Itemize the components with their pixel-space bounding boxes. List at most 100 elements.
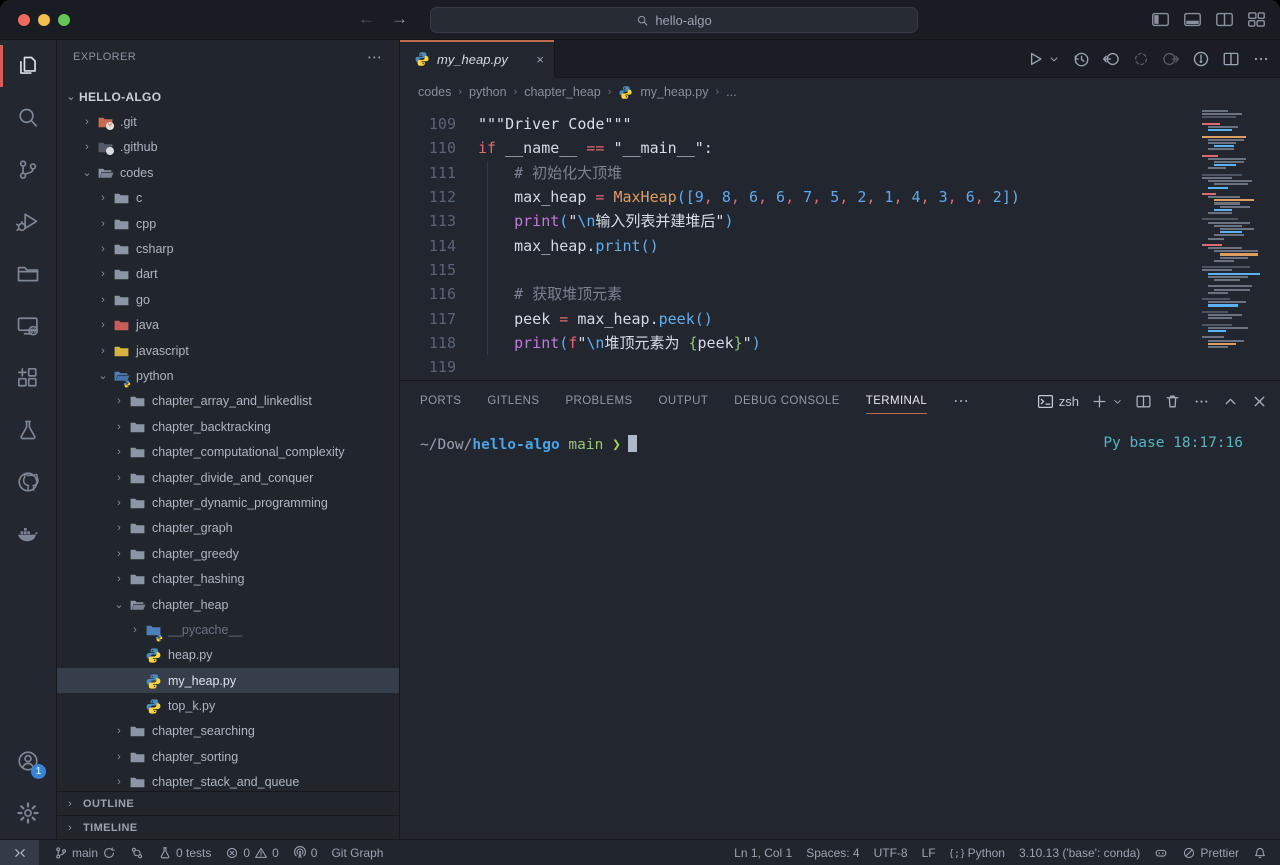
close-icon[interactable] <box>1251 393 1268 410</box>
tree-item-chapter-divide-and-conquer[interactable]: ›chapter_divide_and_conquer <box>57 465 399 490</box>
tree-item-chapter-heap[interactable]: ⌄chapter_heap <box>57 592 399 617</box>
tree-item-codes[interactable]: ⌄codes <box>57 160 399 185</box>
tree-item-top-k-py[interactable]: top_k.py <box>57 693 399 718</box>
status-eol[interactable]: LF <box>915 840 943 865</box>
terminal[interactable]: ~/Dow/hello-algo main ❯ Py base 18:17:16 <box>400 435 1280 453</box>
tree-item--pycache-[interactable]: ›__pycache__ <box>57 617 399 642</box>
tree-item-chapter-greedy[interactable]: ›chapter_greedy <box>57 541 399 566</box>
tree-item-cpp[interactable]: ›cpp <box>57 211 399 236</box>
tab-close-icon[interactable]: × <box>536 52 544 67</box>
status-gitlens-compare[interactable] <box>123 840 151 865</box>
tree-item-chapter-backtracking[interactable]: ›chapter_backtracking <box>57 414 399 439</box>
history-icon[interactable] <box>1072 50 1090 68</box>
breadcrumb-item[interactable]: my_heap.py <box>640 85 708 99</box>
tree-item-chapter-sorting[interactable]: ›chapter_sorting <box>57 744 399 769</box>
activity-project-folder[interactable] <box>0 248 56 300</box>
status-ports[interactable]: 0 <box>286 840 325 865</box>
ellipsis-icon[interactable] <box>1252 50 1270 68</box>
circle-right-icon[interactable] <box>1162 50 1180 68</box>
activity-settings[interactable] <box>0 787 56 839</box>
activity-remote-explorer[interactable] <box>0 300 56 352</box>
navigate-back-icon[interactable]: ← <box>358 9 375 29</box>
breadcrumb-item[interactable]: codes <box>418 85 451 99</box>
minimize-window-button[interactable] <box>38 14 50 26</box>
panel-tab-debug-console[interactable]: DEBUG CONSOLE <box>734 381 840 421</box>
circle-dash-icon[interactable] <box>1132 50 1150 68</box>
tree-item-chapter-hashing[interactable]: ›chapter_hashing <box>57 566 399 591</box>
panel-tab-terminal[interactable]: TERMINAL <box>866 381 927 421</box>
tree-item-my-heap-py[interactable]: my_heap.py <box>57 668 399 693</box>
navigate-forward-icon[interactable]: → <box>391 9 408 29</box>
status-remote-indicator[interactable] <box>0 840 39 865</box>
activity-run-debug[interactable] <box>0 196 56 248</box>
section-timeline[interactable]: ›TIMELINE <box>57 815 399 839</box>
layout-panel-icon[interactable] <box>1183 10 1202 29</box>
breadcrumb-item[interactable]: chapter_heap <box>524 85 600 99</box>
layout-sidebar-icon[interactable] <box>1151 10 1170 29</box>
chevron-down-icon[interactable] <box>1112 393 1123 410</box>
status-notifications[interactable] <box>1246 840 1274 865</box>
tree-item-dart[interactable]: ›dart <box>57 262 399 287</box>
back-circle-icon[interactable] <box>1102 50 1120 68</box>
activity-source-control[interactable] <box>0 144 56 196</box>
activity-docker[interactable] <box>0 508 56 560</box>
tree-item-chapter-searching[interactable]: ›chapter_searching <box>57 719 399 744</box>
tree-item-chapter-array-and-linkedlist[interactable]: ›chapter_array_and_linkedlist <box>57 389 399 414</box>
activity-accounts[interactable]: 1 <box>0 735 56 787</box>
panel-tab-gitlens[interactable]: GITLENS <box>487 381 539 421</box>
status-git-branch[interactable]: main <box>47 840 123 865</box>
panel-tab-ports[interactable]: PORTS <box>420 381 461 421</box>
tree-item-java[interactable]: ›java <box>57 313 399 338</box>
explorer-more-actions-icon[interactable]: ⋯ <box>367 48 383 66</box>
status-copilot[interactable] <box>1147 840 1175 865</box>
minimap[interactable] <box>1202 110 1274 350</box>
trash-icon[interactable] <box>1164 393 1181 410</box>
layout-grid-icon[interactable] <box>1247 10 1266 29</box>
tree-item--github[interactable]: ›.github <box>57 135 399 160</box>
tree-item-csharp[interactable]: ›csharp <box>57 236 399 261</box>
gitlens-icon[interactable] <box>1192 50 1210 68</box>
tree-item-chapter-dynamic-programming[interactable]: ›chapter_dynamic_programming <box>57 490 399 515</box>
tree-item--git[interactable]: ›⑂.git <box>57 109 399 134</box>
status-git-graph[interactable]: Git Graph <box>324 840 390 865</box>
status-prettier[interactable]: Prettier <box>1175 840 1246 865</box>
tree-item-c[interactable]: ›c <box>57 186 399 211</box>
ellipsis-icon[interactable] <box>1193 393 1210 410</box>
panel-tab-output[interactable]: OUTPUT <box>659 381 709 421</box>
activity-search[interactable] <box>0 92 56 144</box>
split-icon[interactable] <box>1135 393 1152 410</box>
tree-root-hello-algo[interactable]: ⌄HELLO-ALGO <box>57 84 399 109</box>
tree-item-go[interactable]: ›go <box>57 287 399 312</box>
play-icon[interactable] <box>1026 50 1044 68</box>
tree-item-chapter-graph[interactable]: ›chapter_graph <box>57 516 399 541</box>
split-icon[interactable] <box>1222 50 1240 68</box>
tab-my-heap[interactable]: my_heap.py × <box>400 40 555 78</box>
chevron-down-icon[interactable] <box>1048 50 1060 68</box>
activity-github[interactable] <box>0 456 56 508</box>
status-encoding[interactable]: UTF-8 <box>867 840 915 865</box>
activity-testing[interactable] <box>0 404 56 456</box>
layout-split-icon[interactable] <box>1215 10 1234 29</box>
status-language-mode[interactable]: {;}Python <box>943 840 1012 865</box>
shell-selector[interactable]: zsh <box>1037 393 1079 410</box>
tree-item-heap-py[interactable]: heap.py <box>57 643 399 668</box>
chevron-up-icon[interactable] <box>1222 393 1239 410</box>
status-problems[interactable]: 00 <box>218 840 285 865</box>
status-python-interpreter[interactable]: 3.10.13 ('base': conda) <box>1012 840 1147 865</box>
panel-tab-problems[interactable]: PROBLEMS <box>565 381 632 421</box>
tree-item-javascript[interactable]: ›javascript <box>57 338 399 363</box>
section-outline[interactable]: ›OUTLINE <box>57 791 399 815</box>
status-indentation[interactable]: Spaces: 4 <box>799 840 866 865</box>
plus-icon[interactable] <box>1091 393 1108 410</box>
activity-extensions[interactable] <box>0 352 56 404</box>
breadcrumb-item[interactable]: ... <box>726 85 736 99</box>
command-center-search[interactable]: hello-algo <box>430 7 918 33</box>
zoom-window-button[interactable] <box>58 14 70 26</box>
panel-tabs-more-icon[interactable]: ⋯ <box>953 391 970 411</box>
tree-item-python[interactable]: ⌄python <box>57 363 399 388</box>
close-window-button[interactable] <box>18 14 30 26</box>
breadcrumb-item[interactable]: python <box>469 85 507 99</box>
status-cursor-position[interactable]: Ln 1, Col 1 <box>727 840 799 865</box>
code-editor[interactable]: 109"""Driver Code"""110if __name__ == "_… <box>400 106 1280 380</box>
status-tests[interactable]: 0 tests <box>151 840 218 865</box>
